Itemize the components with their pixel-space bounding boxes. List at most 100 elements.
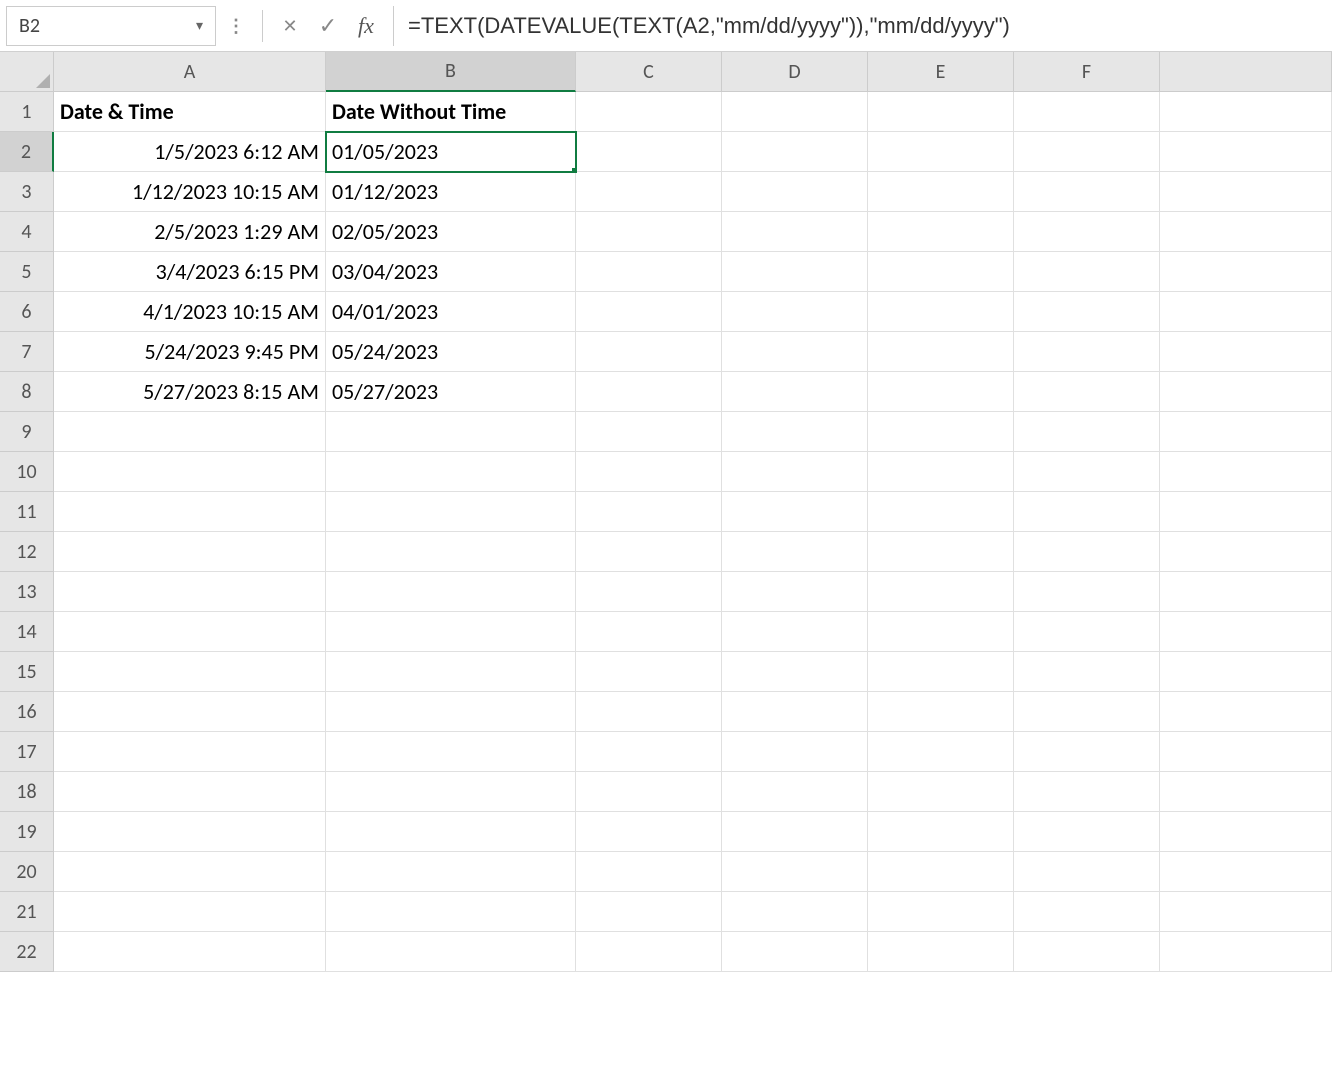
cell-C18[interactable]: [576, 772, 722, 812]
cell-F5[interactable]: [1014, 252, 1160, 292]
cell-A6[interactable]: 4/1/2023 10:15 AM: [54, 292, 326, 332]
cell-A3[interactable]: 1/12/2023 10:15 AM: [54, 172, 326, 212]
cell-A18[interactable]: [54, 772, 326, 812]
row-header-21[interactable]: 21: [0, 892, 54, 932]
row-header-8[interactable]: 8: [0, 372, 54, 412]
cell-A1[interactable]: Date & Time: [54, 92, 326, 132]
cell-B10[interactable]: [326, 452, 576, 492]
cell-A10[interactable]: [54, 452, 326, 492]
cell-C17[interactable]: [576, 732, 722, 772]
cell-A5[interactable]: 3/4/2023 6:15 PM: [54, 252, 326, 292]
cell-E6[interactable]: [868, 292, 1014, 332]
cell-D9[interactable]: [722, 412, 868, 452]
row-header-11[interactable]: 11: [0, 492, 54, 532]
cell-E18[interactable]: [868, 772, 1014, 812]
cell-D12[interactable]: [722, 532, 868, 572]
cell-B15[interactable]: [326, 652, 576, 692]
cell-extra-15[interactable]: [1160, 652, 1332, 692]
cell-F13[interactable]: [1014, 572, 1160, 612]
cell-E17[interactable]: [868, 732, 1014, 772]
cell-extra-18[interactable]: [1160, 772, 1332, 812]
cell-B20[interactable]: [326, 852, 576, 892]
more-icon[interactable]: ⋮: [220, 11, 250, 41]
cell-C1[interactable]: [576, 92, 722, 132]
cell-D21[interactable]: [722, 892, 868, 932]
cell-F9[interactable]: [1014, 412, 1160, 452]
cell-E9[interactable]: [868, 412, 1014, 452]
cell-E5[interactable]: [868, 252, 1014, 292]
cell-A2[interactable]: 1/5/2023 6:12 AM: [54, 132, 326, 172]
cell-D15[interactable]: [722, 652, 868, 692]
cell-D7[interactable]: [722, 332, 868, 372]
cell-B7[interactable]: 05/24/2023: [326, 332, 576, 372]
cell-E15[interactable]: [868, 652, 1014, 692]
cell-F6[interactable]: [1014, 292, 1160, 332]
cell-A8[interactable]: 5/27/2023 8:15 AM: [54, 372, 326, 412]
cell-E2[interactable]: [868, 132, 1014, 172]
cell-F8[interactable]: [1014, 372, 1160, 412]
cell-A21[interactable]: [54, 892, 326, 932]
cell-A17[interactable]: [54, 732, 326, 772]
cell-B21[interactable]: [326, 892, 576, 932]
cell-D13[interactable]: [722, 572, 868, 612]
cell-extra-4[interactable]: [1160, 212, 1332, 252]
cell-extra-12[interactable]: [1160, 532, 1332, 572]
cell-A7[interactable]: 5/24/2023 9:45 PM: [54, 332, 326, 372]
cell-A4[interactable]: 2/5/2023 1:29 AM: [54, 212, 326, 252]
cell-E11[interactable]: [868, 492, 1014, 532]
cell-C3[interactable]: [576, 172, 722, 212]
cell-extra-19[interactable]: [1160, 812, 1332, 852]
cell-B5[interactable]: 03/04/2023: [326, 252, 576, 292]
cell-E13[interactable]: [868, 572, 1014, 612]
cell-B6[interactable]: 04/01/2023: [326, 292, 576, 332]
row-header-17[interactable]: 17: [0, 732, 54, 772]
cell-B3[interactable]: 01/12/2023: [326, 172, 576, 212]
cell-A22[interactable]: [54, 932, 326, 972]
cell-extra-3[interactable]: [1160, 172, 1332, 212]
cell-F7[interactable]: [1014, 332, 1160, 372]
column-header-F[interactable]: F: [1014, 52, 1160, 92]
row-header-22[interactable]: 22: [0, 932, 54, 972]
cell-D8[interactable]: [722, 372, 868, 412]
cell-B17[interactable]: [326, 732, 576, 772]
cell-extra-13[interactable]: [1160, 572, 1332, 612]
cell-E1[interactable]: [868, 92, 1014, 132]
cell-C7[interactable]: [576, 332, 722, 372]
cell-A14[interactable]: [54, 612, 326, 652]
row-header-2[interactable]: 2: [0, 132, 54, 172]
cell-F17[interactable]: [1014, 732, 1160, 772]
cell-B16[interactable]: [326, 692, 576, 732]
cell-C2[interactable]: [576, 132, 722, 172]
cell-extra-16[interactable]: [1160, 692, 1332, 732]
cell-F10[interactable]: [1014, 452, 1160, 492]
cell-F19[interactable]: [1014, 812, 1160, 852]
cell-B9[interactable]: [326, 412, 576, 452]
cell-E20[interactable]: [868, 852, 1014, 892]
cell-extra-6[interactable]: [1160, 292, 1332, 332]
cell-D6[interactable]: [722, 292, 868, 332]
cell-F21[interactable]: [1014, 892, 1160, 932]
cell-F14[interactable]: [1014, 612, 1160, 652]
cell-B4[interactable]: 02/05/2023: [326, 212, 576, 252]
column-header-C[interactable]: C: [576, 52, 722, 92]
cell-C16[interactable]: [576, 692, 722, 732]
cell-C15[interactable]: [576, 652, 722, 692]
row-header-12[interactable]: 12: [0, 532, 54, 572]
cell-C13[interactable]: [576, 572, 722, 612]
cell-extra-8[interactable]: [1160, 372, 1332, 412]
cell-B22[interactable]: [326, 932, 576, 972]
cell-A20[interactable]: [54, 852, 326, 892]
cell-D17[interactable]: [722, 732, 868, 772]
cell-E7[interactable]: [868, 332, 1014, 372]
cell-A12[interactable]: [54, 532, 326, 572]
cell-B8[interactable]: 05/27/2023: [326, 372, 576, 412]
select-all-corner[interactable]: [0, 52, 54, 92]
cell-D14[interactable]: [722, 612, 868, 652]
cell-D11[interactable]: [722, 492, 868, 532]
cell-F12[interactable]: [1014, 532, 1160, 572]
cell-B14[interactable]: [326, 612, 576, 652]
cell-extra-22[interactable]: [1160, 932, 1332, 972]
cell-D4[interactable]: [722, 212, 868, 252]
cell-A11[interactable]: [54, 492, 326, 532]
cell-F20[interactable]: [1014, 852, 1160, 892]
